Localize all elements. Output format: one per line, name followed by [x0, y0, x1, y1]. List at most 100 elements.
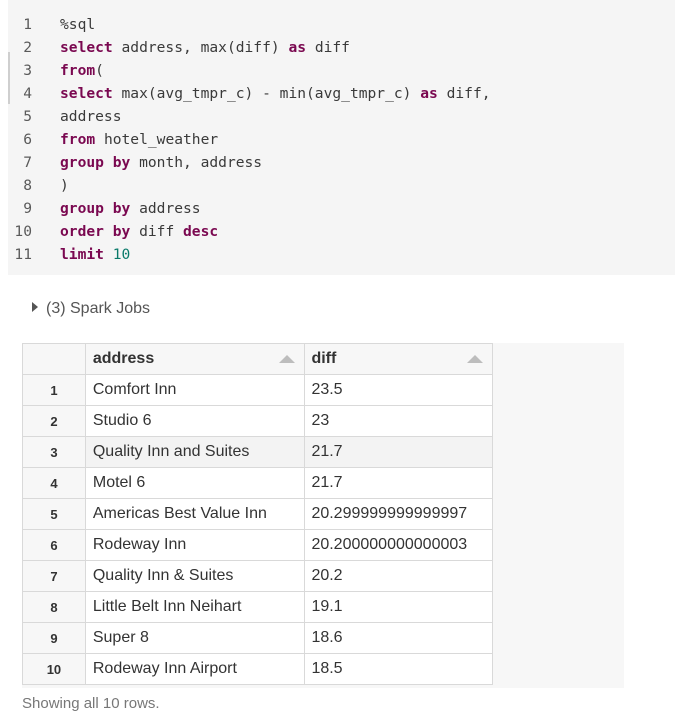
line-number: 1: [23, 16, 32, 33]
table-row: 2 Studio 6 23: [22, 405, 624, 437]
cell-address: Motel 6: [84, 467, 306, 499]
code-text: ): [60, 174, 69, 197]
cell-address: Quality Inn & Suites: [84, 560, 306, 592]
sql-token: month, address: [130, 154, 263, 171]
code-text: group by address: [60, 197, 201, 220]
empty-cell-space: [492, 405, 624, 437]
cell-address: Quality Inn and Suites: [84, 436, 306, 468]
line-number: 4: [23, 85, 32, 102]
sql-keyword: group by: [60, 154, 131, 171]
code-line[interactable]: 2 select address, max(diff) as diff: [8, 36, 675, 59]
line-number: 7: [23, 154, 32, 171]
code-text: select address, max(diff) as diff: [60, 36, 350, 59]
column-header-label: diff: [311, 350, 337, 367]
line-number: 6: [23, 131, 32, 148]
row-index: 10: [22, 653, 86, 685]
code-line[interactable]: 8): [8, 174, 675, 197]
sql-token: diff: [130, 223, 184, 240]
code-text: from(: [60, 59, 104, 82]
cell-diff: 21.7: [304, 436, 494, 468]
cell-address: Super 8: [84, 622, 306, 654]
line-number: 5: [23, 108, 32, 125]
code-text: address: [60, 105, 122, 128]
row-index: 2: [22, 405, 86, 437]
sql-token: %sql: [60, 16, 96, 33]
table-row: 9 Super 8 18.6: [22, 622, 624, 654]
column-header-diff[interactable]: diff: [304, 343, 494, 375]
table-row: 3 Quality Inn and Suites 21.7: [22, 436, 624, 468]
code-cell[interactable]: 1 %sql 2 select address, max(diff) as diff 3…: [8, 0, 675, 275]
code-line[interactable]: 3 from(: [8, 59, 675, 82]
sql-token: diff,: [437, 85, 491, 102]
empty-cell-space: [492, 560, 624, 592]
index-header: [22, 343, 86, 375]
sql-keyword: desc: [183, 223, 219, 240]
code-text: group by month, address: [60, 151, 262, 174]
row-index: 5: [22, 498, 86, 530]
code-line[interactable]: 4 select max(avg_tmpr_c) - min(avg_tmpr_c…: [8, 82, 675, 105]
sort-ascending-icon[interactable]: [279, 355, 296, 363]
cell-diff: 18.6: [304, 622, 494, 654]
sql-number: 10: [112, 246, 131, 263]
cell-address: Rodeway Inn: [84, 529, 306, 561]
table-row: 4 Motel 6 21.7: [22, 467, 624, 499]
row-count-footer: Showing all 10 rows.: [22, 695, 160, 712]
column-header-label: address: [92, 350, 155, 367]
sql-keyword: order by: [60, 223, 131, 240]
sql-keyword: as: [420, 85, 438, 102]
code-line[interactable]: 11 limit 10: [8, 243, 675, 266]
row-index: 4: [22, 467, 86, 499]
line-number: 11: [14, 246, 32, 263]
sql-token: address, max(diff): [112, 39, 289, 56]
code-text: select max(avg_tmpr_c) - min(avg_tmpr_c)…: [60, 82, 491, 105]
code-line[interactable]: 10 order by diff desc: [8, 220, 675, 243]
code-text: order by diff desc: [60, 220, 218, 243]
code-line[interactable]: 5 address: [8, 105, 675, 128]
table-row: 8 Little Belt Inn Neihart 19.1: [22, 591, 624, 623]
cell-diff: 23.5: [304, 374, 494, 406]
line-number: 10: [14, 223, 32, 240]
cell-diff: 20.299999999999997: [304, 498, 494, 530]
code-line[interactable]: 7 group by month, address: [8, 151, 675, 174]
code-text: limit 10: [60, 243, 130, 266]
table-row: 6 Rodeway Inn 20.200000000000003: [22, 529, 624, 561]
empty-cell-space: [492, 436, 624, 468]
code-line[interactable]: 9 group by address: [8, 197, 675, 220]
row-index: 8: [22, 591, 86, 623]
spark-jobs-toggle[interactable]: (3) Spark Jobs: [32, 298, 150, 320]
cell-diff: 18.5: [304, 653, 494, 685]
code-line[interactable]: 6 from hotel_weather: [8, 128, 675, 151]
table-row: 7 Quality Inn & Suites 20.2: [22, 560, 624, 592]
cell-address: Rodeway Inn Airport: [84, 653, 306, 685]
sql-keyword: group by: [60, 200, 131, 217]
code-line[interactable]: 1 %sql: [8, 13, 675, 36]
line-number: 8: [23, 177, 32, 194]
sql-token: hotel_weather: [95, 131, 219, 148]
caret-right-icon: [32, 302, 38, 312]
empty-cell-space: [492, 467, 624, 499]
cell-diff: 20.2: [304, 560, 494, 592]
sql-token: ): [60, 177, 69, 194]
sql-token: (: [95, 62, 104, 79]
row-index: 7: [22, 560, 86, 592]
table-row: 5 Americas Best Value Inn 20.2999999999999…: [22, 498, 624, 530]
empty-cell-space: [492, 374, 624, 406]
empty-cell-space: [492, 591, 624, 623]
sql-token: max(avg_tmpr_c) - min(avg_tmpr_c): [112, 85, 421, 102]
cell-address: Little Belt Inn Neihart: [84, 591, 306, 623]
cell-address: Americas Best Value Inn: [84, 498, 306, 530]
cell-diff: 19.1: [304, 591, 494, 623]
table-header-row: address diff: [22, 343, 624, 375]
table-row: 1 Comfort Inn 23.5: [22, 374, 624, 406]
empty-cell-space: [492, 653, 624, 685]
sql-keyword: from: [60, 62, 96, 79]
sort-ascending-icon[interactable]: [467, 355, 484, 363]
cell-address: Studio 6: [84, 405, 306, 437]
empty-cell-space: [492, 498, 624, 530]
cell-diff: 20.200000000000003: [304, 529, 494, 561]
column-header-address[interactable]: address: [84, 343, 306, 375]
sql-token: diff: [306, 39, 350, 56]
sql-keyword: from: [60, 131, 96, 148]
code-text: from hotel_weather: [60, 128, 218, 151]
